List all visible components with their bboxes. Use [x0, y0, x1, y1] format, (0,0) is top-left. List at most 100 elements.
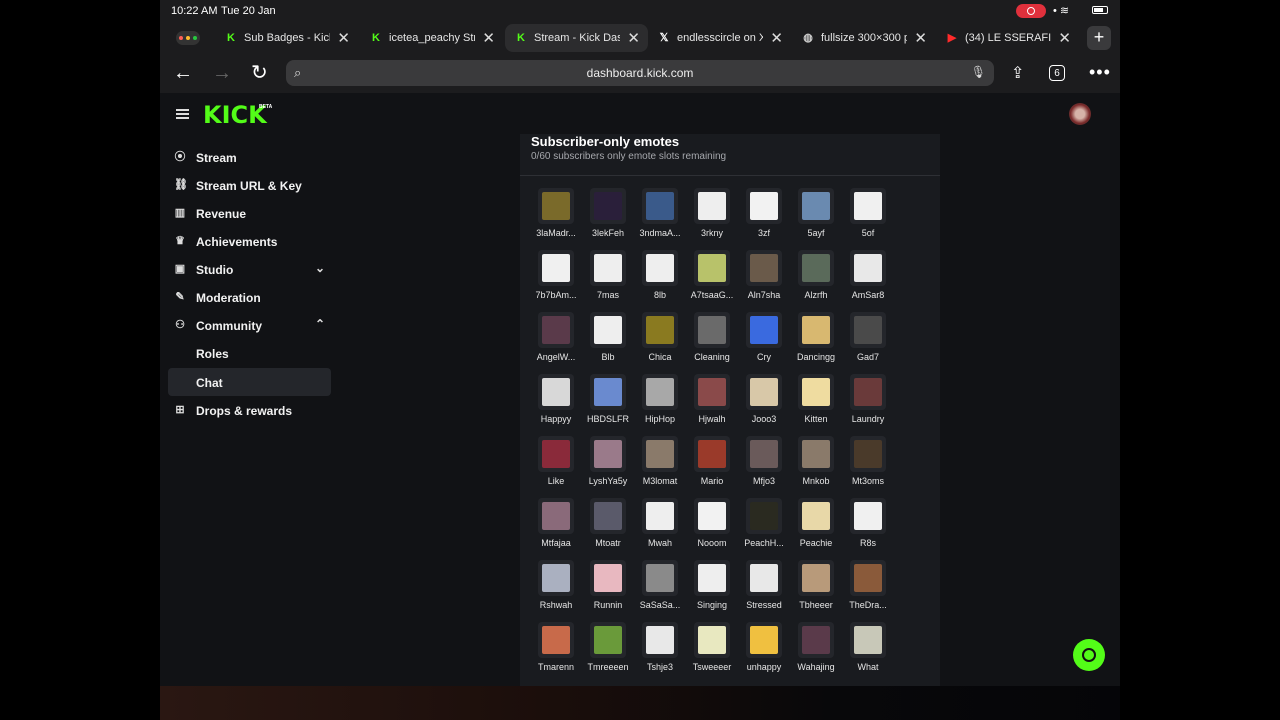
emote-tile[interactable]: Tmreeeen — [582, 622, 634, 680]
reload-icon[interactable]: ↻ — [251, 63, 268, 83]
tab-youtube-lesserafim[interactable]: ▶ (34) LE SSERAFIM ✕ — [936, 24, 1079, 52]
emote-tile[interactable]: Peachie — [790, 498, 842, 556]
emote-tile[interactable]: 5of — [842, 188, 894, 246]
hamburger-menu-icon[interactable] — [176, 109, 189, 119]
emote-tile[interactable]: 3laMadr... — [530, 188, 582, 246]
emote-tile[interactable]: HBDSLFR — [582, 374, 634, 432]
emote-tile[interactable]: Runnin — [582, 560, 634, 618]
emote-tile[interactable]: 7b7bAm... — [530, 250, 582, 308]
emote-tile[interactable]: SaSaSa... — [634, 560, 686, 618]
emote-tile[interactable]: TheDra... — [842, 560, 894, 618]
sidebar-item-revenue[interactable]: ▥ Revenue — [168, 199, 331, 227]
chevron-up-icon[interactable]: ⌃ — [315, 317, 325, 331]
url-field[interactable]: ⌕ dashboard.kick.com 🎙 — [286, 60, 994, 86]
emote-name: 3zf — [757, 228, 770, 238]
emote-tile[interactable]: Dancingg — [790, 312, 842, 370]
emote-tile[interactable]: unhappy — [738, 622, 790, 680]
tab-stream-dashboard[interactable]: K Stream - Kick Dashboard ✕ — [505, 24, 648, 52]
emote-tile[interactable]: 3zf — [738, 188, 790, 246]
emote-tile[interactable]: Singing — [686, 560, 738, 618]
emote-tile[interactable]: Kitten — [790, 374, 842, 432]
emote-tile[interactable]: Hjwalh — [686, 374, 738, 432]
avatar[interactable] — [1069, 103, 1091, 125]
sidebar-item-community[interactable]: ⚇ Community ⌃ — [168, 311, 331, 339]
emote-tile[interactable]: Jooo3 — [738, 374, 790, 432]
emote-tile[interactable]: Cry — [738, 312, 790, 370]
emote-tile[interactable]: Nooom — [686, 498, 738, 556]
emote-tile[interactable]: R8s — [842, 498, 894, 556]
emote-tile[interactable]: What — [842, 622, 894, 680]
emote-tile[interactable]: Tbheeer — [790, 560, 842, 618]
tab-sub-badges[interactable]: K Sub Badges - Kick ✕ — [215, 24, 358, 52]
emote-tile[interactable]: 3ndmaA... — [634, 188, 686, 246]
emote-tile[interactable]: Mwah — [634, 498, 686, 556]
emote-tile[interactable]: A7tsaaG... — [686, 250, 738, 308]
emote-tile[interactable]: Gad7 — [842, 312, 894, 370]
support-chat-button[interactable] — [1073, 639, 1105, 671]
emote-tile[interactable]: Happyy — [530, 374, 582, 432]
new-tab-button[interactable]: + — [1087, 26, 1111, 50]
microphone-icon[interactable]: 🎙 — [971, 65, 986, 79]
emote-tile[interactable]: Blb — [582, 312, 634, 370]
emote-tile[interactable]: Cleaning — [686, 312, 738, 370]
emote-image — [750, 378, 778, 406]
chevron-down-icon[interactable]: ⌄ — [315, 261, 325, 275]
sidebar-item-stream[interactable]: ⦿ Stream — [168, 143, 331, 171]
emote-tile[interactable]: 3rkny — [686, 188, 738, 246]
emote-tile[interactable]: AmSar8 — [842, 250, 894, 308]
forward-arrow-icon[interactable]: → — [212, 63, 232, 83]
emote-tile[interactable]: Mnkob — [790, 436, 842, 494]
sidebar-item-chat[interactable]: Chat — [168, 368, 331, 396]
close-icon[interactable]: ✕ — [337, 29, 350, 47]
share-icon[interactable]: ⇪ — [1011, 63, 1024, 83]
back-arrow-icon[interactable]: ← — [173, 63, 193, 83]
emote-tile[interactable]: M3lomat — [634, 436, 686, 494]
kick-logo[interactable]: KICK — [203, 101, 267, 129]
emote-tile[interactable]: Tshje3 — [634, 622, 686, 680]
sidebar-item-studio[interactable]: ▣ Studio ⌄ — [168, 255, 331, 283]
more-icon[interactable]: ••• — [1089, 62, 1111, 83]
emote-tile[interactable]: Aln7sha — [738, 250, 790, 308]
emote-tile[interactable]: Tmarenn — [530, 622, 582, 680]
emote-image-frame — [590, 622, 626, 658]
tab-icetea-stream[interactable]: K icetea_peachy Stream ✕ — [360, 24, 503, 52]
emote-tile[interactable]: LyshYa5y — [582, 436, 634, 494]
emote-tile[interactable]: 8lb — [634, 250, 686, 308]
emote-tile[interactable]: Mario — [686, 436, 738, 494]
tab-count-button[interactable]: 6 — [1049, 65, 1065, 81]
sidebar-item-roles[interactable]: Roles — [168, 339, 331, 367]
close-icon[interactable]: ✕ — [482, 29, 495, 47]
close-icon[interactable]: ✕ — [770, 29, 783, 47]
emote-tile[interactable]: Rshwah — [530, 560, 582, 618]
screen-record-icon[interactable] — [1016, 4, 1046, 18]
emote-tile[interactable]: Alzrfh — [790, 250, 842, 308]
emote-tile[interactable]: Mfjo3 — [738, 436, 790, 494]
emote-tile[interactable]: HipHop — [634, 374, 686, 432]
emote-tile[interactable]: Tsweeeer — [686, 622, 738, 680]
tab-endlesscircle-x[interactable]: 𝕏 endlesscircle on X ✕ — [648, 24, 791, 52]
emote-tile[interactable]: Like — [530, 436, 582, 494]
emote-tile[interactable]: AngelW... — [530, 312, 582, 370]
emote-tile[interactable]: Laundry — [842, 374, 894, 432]
sidebar-item-drops-rewards[interactable]: ⊞ Drops & rewards — [168, 396, 331, 424]
tab-fullsize-image[interactable]: ◍ fullsize 300×300 p ✕ — [792, 24, 935, 52]
emote-image-frame — [798, 622, 834, 658]
emote-tile[interactable]: Wahajing — [790, 622, 842, 680]
close-icon[interactable]: ✕ — [627, 29, 640, 47]
emote-tile[interactable]: 7mas — [582, 250, 634, 308]
emote-tile[interactable]: Stressed — [738, 560, 790, 618]
close-icon[interactable]: ✕ — [1058, 29, 1071, 47]
emote-tile[interactable]: Mtfajaa — [530, 498, 582, 556]
emote-tile[interactable]: 3lekFeh — [582, 188, 634, 246]
sidebar-item-stream-url-key[interactable]: ⛓ Stream URL & Key — [168, 171, 331, 199]
close-icon[interactable]: ✕ — [914, 29, 927, 47]
emote-tile[interactable]: 5ayf — [790, 188, 842, 246]
emote-name: M3lomat — [642, 476, 678, 486]
window-controls[interactable] — [176, 31, 200, 45]
emote-tile[interactable]: PeachH... — [738, 498, 790, 556]
sidebar-item-achievements[interactable]: ♛ Achievements — [168, 227, 331, 255]
sidebar-item-moderation[interactable]: ✎ Moderation — [168, 283, 331, 311]
emote-tile[interactable]: Chica — [634, 312, 686, 370]
emote-tile[interactable]: Mtoatr — [582, 498, 634, 556]
emote-tile[interactable]: Mt3oms — [842, 436, 894, 494]
